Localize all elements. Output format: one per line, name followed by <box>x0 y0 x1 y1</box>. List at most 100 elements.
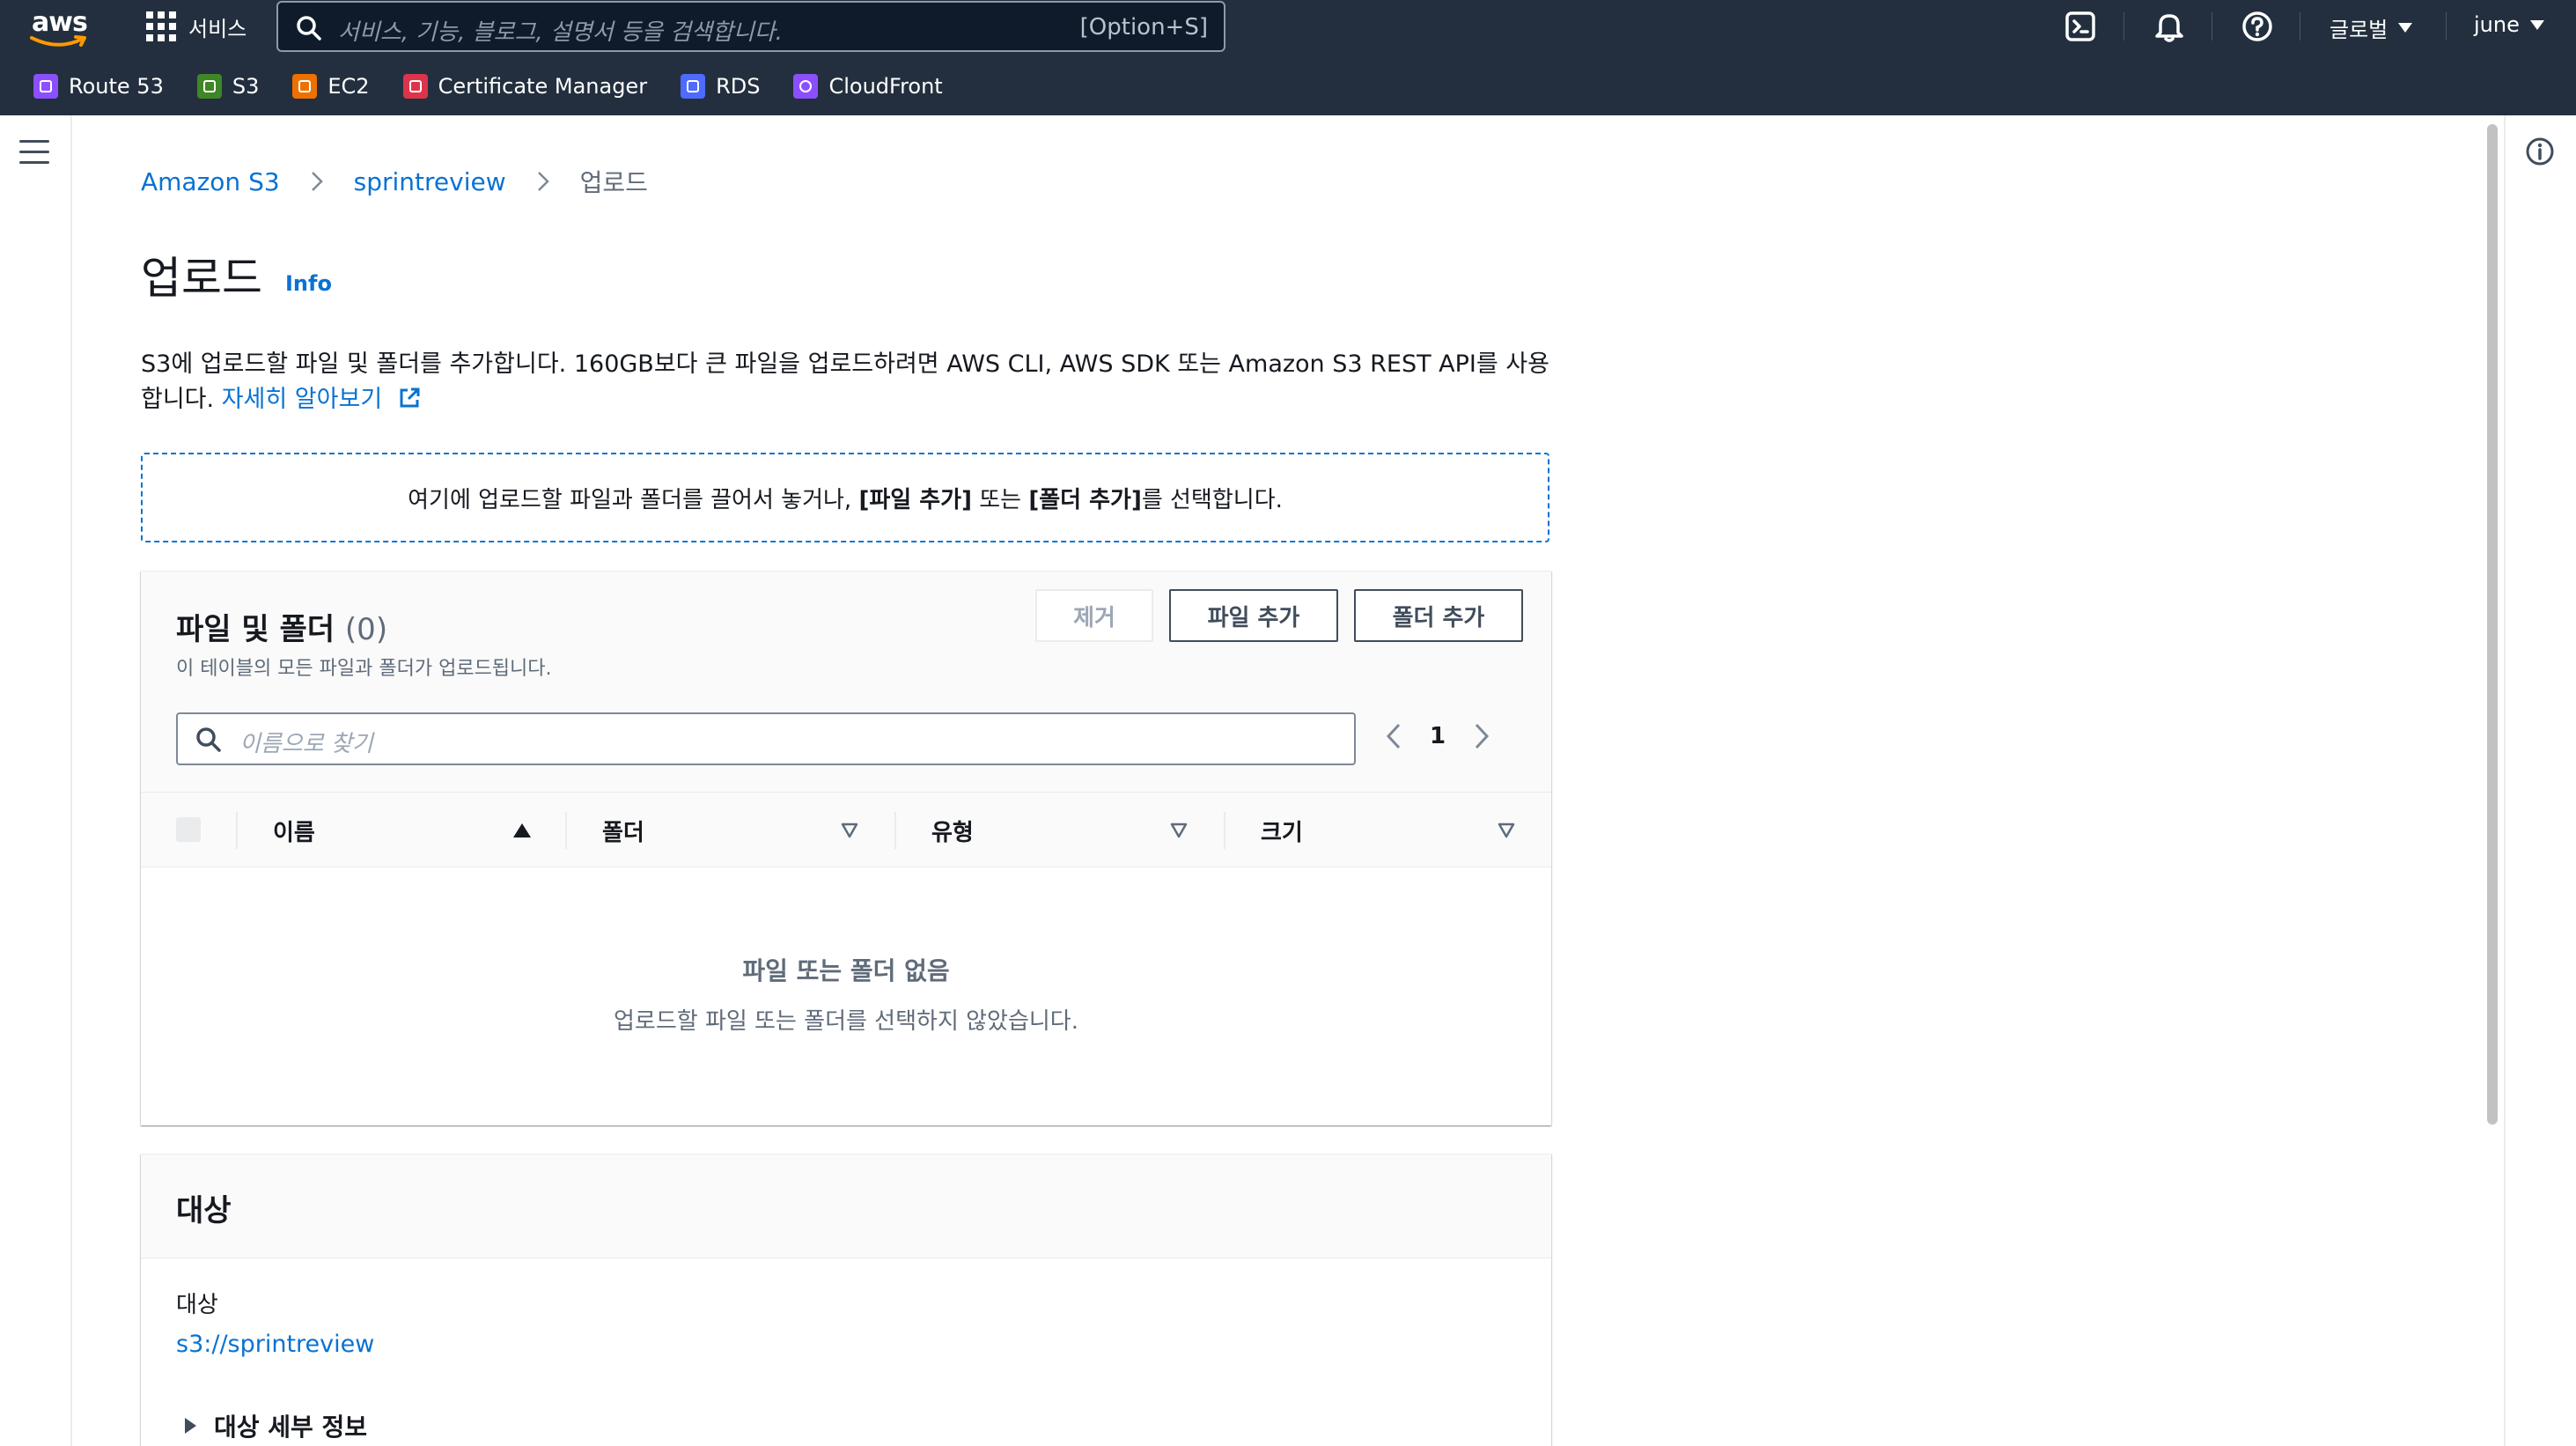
favorite-certificate-manager[interactable]: Certificate Manager <box>402 74 648 99</box>
help-icon[interactable] <box>2240 9 2275 44</box>
column-divider <box>236 812 238 849</box>
favorite-label: Route 53 <box>69 74 164 99</box>
info-link[interactable]: Info <box>285 271 332 296</box>
chevron-right-icon <box>311 172 323 191</box>
account-menu[interactable]: june <box>2474 12 2544 37</box>
aws-smile-icon <box>30 35 86 47</box>
favorite-ec2[interactable]: EC2 <box>292 74 370 99</box>
dropzone-add-folder: [폴더 추가] <box>1028 486 1142 513</box>
scrollbar-thumb[interactable] <box>2487 124 2498 1125</box>
files-panel-title: 파일 및 폴더 (0) <box>176 605 387 648</box>
column-header-size[interactable]: 크기 <box>1261 793 1303 868</box>
column-header-folder[interactable]: 폴더 <box>602 793 644 868</box>
learn-more-label: 자세히 알아보기 <box>221 386 383 413</box>
page-title: 업로드 <box>141 253 262 304</box>
add-files-button[interactable]: 파일 추가 <box>1169 589 1338 642</box>
caret-down-icon <box>2529 19 2544 30</box>
dropzone-add-files: [파일 추가] <box>858 486 972 513</box>
name-filter-input[interactable]: 이름으로 찾기 <box>176 712 1356 765</box>
favorite-label: EC2 <box>328 74 370 99</box>
rds-icon <box>681 74 706 99</box>
route53-icon <box>33 74 58 99</box>
nav-divider <box>2446 12 2447 41</box>
menu-hamburger-icon[interactable] <box>19 140 49 165</box>
caret-right-icon <box>185 1418 196 1434</box>
ec2-icon <box>292 74 318 99</box>
nav-row-primary: aws 서비스 서비스, 기능, 블로그, 설명서 등을 검색합니다. [Opt… <box>0 0 2576 53</box>
left-navigation-rail <box>0 115 72 1446</box>
nav-divider <box>2123 12 2124 41</box>
destination-details-toggle[interactable]: 대상 세부 정보 <box>185 1408 367 1443</box>
dropzone-text-part: 또는 <box>971 486 1029 513</box>
favorite-s3[interactable]: S3 <box>196 74 259 99</box>
global-search-placeholder: 서비스, 기능, 블로그, 설명서 등을 검색합니다. <box>338 19 783 46</box>
favorite-cloudfront[interactable]: CloudFront <box>793 74 943 99</box>
grid-icon <box>146 11 176 41</box>
destination-link[interactable]: s3://sprintreview <box>176 1331 374 1358</box>
region-selector[interactable]: 글로벌 <box>2329 12 2413 43</box>
destination-title: 대상 <box>176 1193 232 1228</box>
right-tools-rail <box>2504 115 2576 1446</box>
dropzone-text-part: 여기에 업로드할 파일과 폴더를 끌어서 놓거나, <box>408 486 859 513</box>
file-drop-zone[interactable]: 여기에 업로드할 파일과 폴더를 끌어서 놓거나, [파일 추가] 또는 [폴더… <box>141 453 1549 542</box>
chevron-left-icon[interactable] <box>1384 721 1403 751</box>
name-filter-placeholder: 이름으로 찾기 <box>239 731 373 757</box>
files-title-text: 파일 및 폴더 <box>176 612 335 647</box>
favorite-label: RDS <box>716 74 761 99</box>
services-label: 서비스 <box>188 16 247 41</box>
files-and-folders-panel: 파일 및 폴더 (0) 이 테이블의 모든 파일과 폴더가 업로드됩니다. 제거… <box>141 571 1551 1125</box>
files-table-header: 이름 폴더 유형 크기 <box>141 792 1551 867</box>
s3-icon <box>196 74 222 99</box>
page-description: S3에 업로드할 파일 및 폴더를 추가합니다. 160GB보다 큰 파일을 업… <box>141 347 1549 417</box>
favorites-bar: Route 53 S3 EC2 Certificate Manager RDS … <box>0 67 2576 106</box>
global-search-input[interactable]: 서비스, 기능, 블로그, 설명서 등을 검색합니다. [Option+S] <box>276 1 1225 52</box>
main-scrollbar[interactable] <box>2481 115 2504 1446</box>
destination-label: 대상 <box>176 1292 218 1318</box>
breadcrumb-amazon-s3[interactable]: Amazon S3 <box>141 167 280 196</box>
empty-state-title: 파일 또는 폴더 없음 <box>742 956 950 985</box>
sort-descending-icon[interactable] <box>840 822 859 839</box>
user-label: june <box>2474 12 2520 37</box>
learn-more-link[interactable]: 자세히 알아보기 <box>222 386 422 413</box>
caret-down-icon <box>2398 23 2413 33</box>
files-panel-header: 파일 및 폴더 (0) 이 테이블의 모든 파일과 폴더가 업로드됩니다. 제거… <box>141 572 1551 792</box>
column-header-type[interactable]: 유형 <box>931 793 974 868</box>
region-label: 글로벌 <box>2329 18 2388 42</box>
favorite-label: Certificate Manager <box>438 74 648 99</box>
select-all-checkbox[interactable] <box>176 817 201 842</box>
external-link-icon <box>400 387 420 408</box>
dropzone-text: 여기에 업로드할 파일과 폴더를 끌어서 놓거나, [파일 추가] 또는 [폴더… <box>408 482 1283 514</box>
favorite-rds[interactable]: RDS <box>681 74 760 99</box>
cloudfront-icon <box>793 74 819 99</box>
page-number[interactable]: 1 <box>1430 723 1446 749</box>
dropzone-text-part: 를 선택합니다. <box>1141 486 1283 513</box>
cloudshell-icon[interactable] <box>2064 9 2099 44</box>
pagination: 1 <box>1384 721 1491 751</box>
breadcrumb-current: 업로드 <box>579 168 648 197</box>
column-divider <box>565 812 567 849</box>
files-count: (0) <box>344 612 388 647</box>
breadcrumb: Amazon S3 sprintreview 업로드 <box>141 164 648 199</box>
column-header-name[interactable]: 이름 <box>273 793 315 868</box>
files-panel-subtitle: 이 테이블의 모든 파일과 폴더가 업로드됩니다. <box>176 658 552 680</box>
add-folder-button[interactable]: 폴더 추가 <box>1354 589 1523 642</box>
breadcrumb-bucket[interactable]: sprintreview <box>354 167 506 196</box>
favorite-label: CloudFront <box>828 74 943 99</box>
info-circle-icon[interactable] <box>2525 136 2555 166</box>
aws-logo[interactable]: aws <box>30 7 92 48</box>
services-menu-button[interactable]: 서비스 <box>146 11 247 42</box>
column-divider <box>894 812 896 849</box>
chevron-right-icon[interactable] <box>1472 721 1491 751</box>
destination-panel: 대상 대상 s3://sprintreview 대상 세부 정보 <box>141 1154 1551 1446</box>
search-icon <box>297 16 321 41</box>
empty-state-subtitle: 업로드할 파일 또는 폴더를 선택하지 않았습니다. <box>614 1008 1078 1035</box>
notifications-bell-icon[interactable] <box>2152 9 2187 44</box>
search-icon <box>196 727 221 752</box>
remove-button[interactable]: 제거 <box>1035 589 1153 642</box>
sort-descending-icon[interactable] <box>1169 822 1189 839</box>
certificate-manager-icon <box>402 74 428 99</box>
search-shortcut-hint: [Option+S] <box>1079 14 1208 41</box>
favorite-route-53[interactable]: Route 53 <box>33 74 164 99</box>
sort-descending-icon[interactable] <box>1497 822 1516 839</box>
sort-ascending-icon[interactable] <box>512 822 532 839</box>
